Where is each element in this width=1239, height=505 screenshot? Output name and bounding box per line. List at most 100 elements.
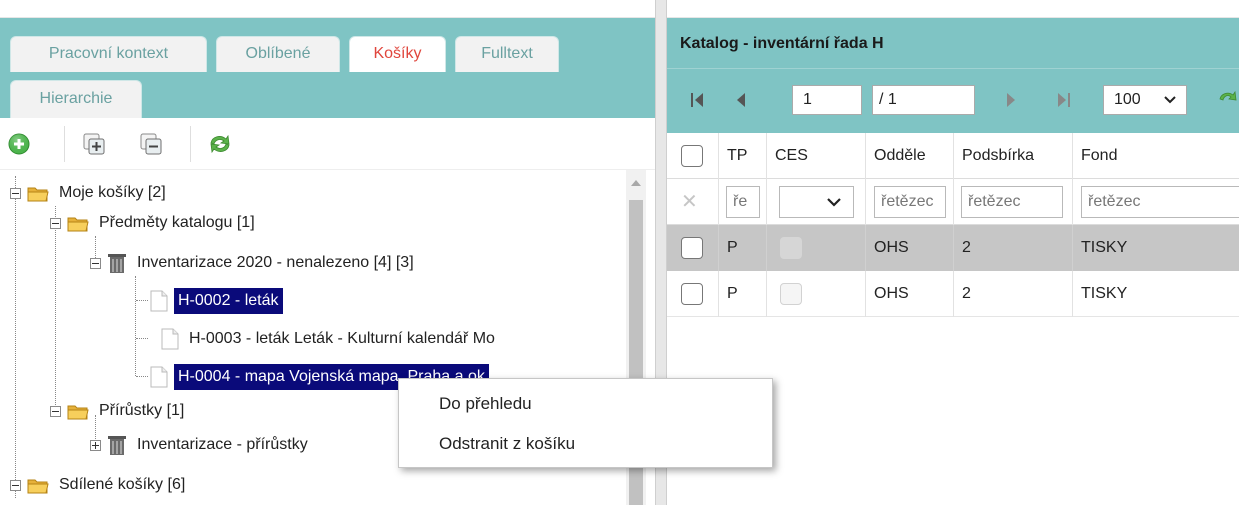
tree-node-label: H-0002 - leták — [174, 288, 283, 314]
column-header-ces[interactable]: CES — [767, 133, 866, 179]
tree-node-label: Přírůstky [1] — [99, 402, 185, 419]
scroll-up-arrow-icon[interactable] — [631, 180, 641, 186]
grid-filter-row: ✕ ře řetězec řetězec řetězec — [667, 179, 1239, 225]
row-checkbox[interactable] — [681, 283, 703, 305]
row-select-cell — [667, 271, 719, 317]
folder-icon — [67, 217, 89, 231]
last-page-icon[interactable] — [1056, 91, 1072, 109]
table-row[interactable]: P OHS 2 TISKY — [667, 225, 1239, 271]
collapse-toggle-icon[interactable] — [50, 405, 61, 417]
context-menu: Do přehledu Odstranit z košíku — [398, 378, 773, 468]
menu-item-do-prehledu[interactable]: Do přehledu — [399, 384, 772, 424]
filter-cell-tp: ře — [719, 179, 767, 225]
select-all-cell — [667, 133, 719, 179]
folder-icon — [27, 187, 49, 201]
ces-checkbox — [780, 283, 802, 305]
tree-node-label: Předměty katalogu [1] — [99, 214, 255, 231]
folder-icon — [67, 405, 89, 419]
clear-filter-icon[interactable]: ✕ — [681, 192, 698, 212]
page-total: / 1 — [872, 85, 975, 115]
trash-bin-icon — [108, 254, 126, 273]
right-top-strip — [667, 0, 1239, 18]
filter-cell-fond: řetězec — [1073, 179, 1239, 225]
cell-oddeleni: OHS — [866, 225, 954, 271]
trash-bin-icon — [108, 436, 126, 455]
first-page-icon[interactable] — [689, 91, 705, 109]
expand-toggle-icon[interactable] — [90, 439, 101, 451]
collapse-all-icon[interactable] — [138, 131, 164, 157]
filter-cell-oddeleni: řetězec — [866, 179, 954, 225]
cell-fond: TISKY — [1081, 239, 1128, 256]
column-header-podsbirka[interactable]: Podsbírka — [954, 133, 1073, 179]
table-row[interactable]: P OHS 2 TISKY — [667, 271, 1239, 317]
document-icon — [150, 366, 168, 388]
tree-node-inventarizace-2020[interactable]: Inventarizace 2020 - nenalezeno [4] [3] — [90, 248, 418, 278]
filter-cell-ces — [767, 179, 866, 225]
tree-node-label: H-0003 - leták Leták - Kulturní kalendář… — [189, 330, 495, 347]
page-size-select[interactable]: 100 — [1103, 85, 1187, 115]
tree-node-predmety-katalogu[interactable]: Předměty katalogu [1] — [50, 208, 259, 238]
collapse-toggle-icon[interactable] — [90, 257, 101, 269]
previous-page-icon[interactable] — [733, 91, 749, 109]
cell-tp: P — [719, 271, 767, 317]
page-size-value: 100 — [1114, 91, 1141, 108]
menu-item-odstranit-z-kosiku[interactable]: Odstranit z košíku — [399, 424, 772, 464]
cell-fond: TISKY — [1081, 285, 1128, 302]
row-select-cell — [667, 225, 719, 271]
tree-node-label: Inventarizace - přírůstky — [137, 436, 308, 453]
tree-item-h-0002[interactable]: H-0002 - leták — [146, 286, 283, 316]
filter-input-fond[interactable]: řetězec — [1081, 186, 1239, 218]
select-all-checkbox[interactable] — [681, 145, 703, 167]
cell-podsbirka: 2 — [954, 225, 1073, 271]
chevron-down-icon — [1164, 96, 1176, 104]
refresh-icon[interactable] — [207, 131, 233, 157]
tree-node-moje-kosiky[interactable]: Moje košíky [2] — [10, 178, 170, 208]
cell-ces — [767, 225, 866, 271]
tree-node-label: Inventarizace 2020 - nenalezeno [4] [3] — [137, 254, 414, 271]
tree-item-h-0003[interactable]: H-0003 - leták Leták - Kulturní kalendář… — [146, 324, 499, 354]
tree-node-label: Moje košíky [2] — [59, 184, 166, 201]
tree-node-inventarizace-prirustky[interactable]: Inventarizace - přírůstky — [90, 430, 312, 460]
filter-input-tp[interactable]: ře — [726, 186, 760, 218]
chevron-down-icon — [827, 198, 841, 207]
filter-input-podsbirka[interactable]: řetězec — [961, 186, 1063, 218]
tree-toolbar — [0, 118, 655, 170]
tab-pracovni-kontext[interactable]: Pracovní kontext — [10, 36, 207, 72]
collapse-toggle-icon[interactable] — [50, 217, 61, 229]
grid-header-row: TP CES Odděle Podsbírka Fond — [667, 133, 1239, 179]
folder-icon — [27, 479, 49, 493]
filter-cell-podsbirka: řetězec — [954, 179, 1073, 225]
column-header-oddeleni[interactable]: Odděle — [866, 133, 954, 179]
cell-ces — [767, 271, 866, 317]
tree-node-label: Sdílené košíky [6] — [59, 476, 186, 493]
left-tab-bar: Pracovní kontext Oblíbené Košíky Fulltex… — [0, 18, 655, 118]
catalog-title: Katalog - inventární řada H — [667, 18, 1239, 68]
tab-kosiky[interactable]: Košíky — [349, 36, 446, 72]
document-icon — [150, 290, 168, 312]
cell-oddeleni: OHS — [866, 271, 954, 317]
collapse-toggle-icon[interactable] — [10, 479, 21, 491]
refresh-icon[interactable] — [1217, 89, 1239, 111]
tree-node-prirustky[interactable]: Přírůstky [1] — [50, 396, 188, 426]
tab-oblibene[interactable]: Oblíbené — [216, 36, 340, 72]
toolbar-separator — [64, 126, 65, 162]
tab-hierarchie[interactable]: Hierarchie — [10, 80, 142, 118]
filter-select-ces[interactable] — [779, 186, 854, 218]
tab-fulltext[interactable]: Fulltext — [455, 36, 559, 72]
pager-toolbar: 1 / 1 100 — [667, 68, 1239, 133]
toolbar-separator — [190, 126, 191, 162]
expand-all-icon[interactable] — [81, 131, 107, 157]
cell-podsbirka: 2 — [954, 271, 1073, 317]
collapse-toggle-icon[interactable] — [10, 187, 21, 199]
filter-input-oddeleni[interactable]: řetězec — [874, 186, 946, 218]
page-number-input[interactable]: 1 — [792, 85, 862, 115]
document-icon — [161, 328, 179, 350]
row-checkbox[interactable] — [681, 237, 703, 259]
ces-checkbox — [780, 237, 802, 259]
add-circle-icon[interactable] — [6, 131, 32, 157]
tree-node-sdilene-kosiky[interactable]: Sdílené košíky [6] — [10, 470, 189, 500]
column-header-fond[interactable]: Fond — [1073, 133, 1239, 179]
clear-filter-cell: ✕ — [667, 179, 719, 225]
next-page-icon[interactable] — [1003, 91, 1019, 109]
column-header-tp[interactable]: TP — [719, 133, 767, 179]
